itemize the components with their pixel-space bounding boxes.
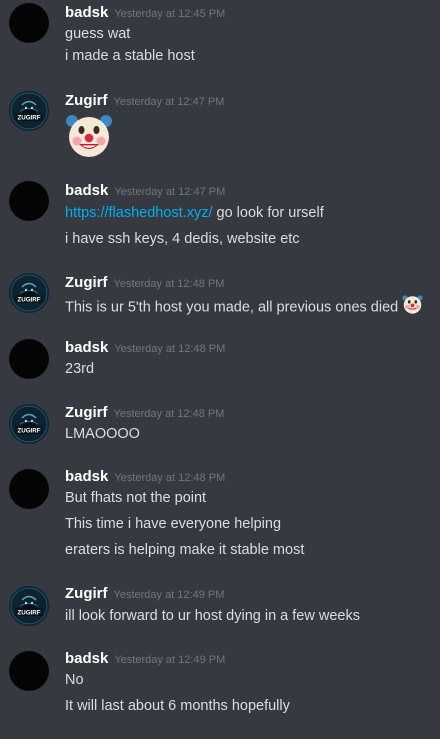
avatar[interactable]: ZUGIRF — [9, 404, 49, 444]
clown-emoji[interactable] — [402, 294, 423, 321]
timestamp: Yesterday at 12:48 PM — [114, 472, 226, 484]
message-text: eraters is helping make it stable most — [65, 542, 305, 558]
message-header: badsk Yesterday at 12:47 PM — [65, 181, 225, 202]
timestamp: Yesterday at 12:48 PM — [113, 408, 225, 420]
svg-text:ZUGIRF: ZUGIRF — [17, 428, 40, 435]
message-text: 23rd — [65, 361, 95, 377]
message-text-suffix: go look for urself — [212, 205, 324, 221]
message-header: Zugirf Yesterday at 12:49 PM — [65, 584, 224, 605]
message-text-content: This is ur 5'th host you made, all previ… — [65, 299, 399, 316]
author-name[interactable]: Zugirf — [65, 92, 108, 109]
message-text: https://flashedhost.xyz/ go look for urs… — [65, 203, 324, 223]
author-name[interactable]: Zugirf — [65, 404, 108, 421]
message-text: It will last about 6 months hopefully — [65, 698, 290, 714]
message-group: ZUGIRF Zugirf Yesterday at 12:47 PM — [0, 88, 440, 168]
message-header: badsk Yesterday at 12:49 PM — [65, 649, 225, 670]
message-group: ZUGIRF Zugirf Yesterday at 12:48 PM This … — [0, 270, 440, 326]
avatar[interactable] — [9, 469, 49, 509]
avatar[interactable]: ZUGIRF — [9, 586, 49, 626]
message-group: badsk Yesterday at 12:45 PM guess wat i m… — [0, 0, 440, 80]
timestamp: Yesterday at 12:48 PM — [113, 278, 225, 290]
zugirf-avatar-icon: ZUGIRF — [9, 404, 49, 444]
author-name[interactable]: badsk — [65, 339, 108, 356]
message-text: This is ur 5'th host you made, all previ… — [65, 294, 423, 321]
author-name[interactable]: Zugirf — [65, 585, 108, 602]
clown-face-icon — [66, 115, 112, 157]
timestamp: Yesterday at 12:49 PM — [113, 589, 225, 601]
avatar[interactable] — [9, 339, 49, 379]
message-text: But fhats not the point — [65, 490, 207, 506]
message-text: i have ssh keys, 4 dedis, website etc — [65, 231, 300, 247]
timestamp: Yesterday at 12:47 PM — [113, 96, 225, 108]
author-name[interactable]: Zugirf — [65, 274, 108, 291]
author-name[interactable]: badsk — [65, 468, 108, 485]
message-text: No — [65, 672, 84, 688]
zugirf-avatar-icon: ZUGIRF — [9, 273, 49, 313]
message-text: i made a stable host — [65, 48, 195, 64]
timestamp: Yesterday at 12:48 PM — [114, 343, 226, 355]
author-name[interactable]: badsk — [65, 650, 108, 667]
message-header: badsk Yesterday at 12:48 PM — [65, 467, 225, 488]
avatar[interactable] — [9, 3, 49, 43]
message-text: guess wat — [65, 26, 131, 42]
clown-emoji[interactable] — [65, 112, 113, 160]
message-header: Zugirf Yesterday at 12:48 PM — [65, 403, 224, 424]
svg-text:ZUGIRF: ZUGIRF — [17, 297, 40, 304]
message-header: badsk Yesterday at 12:45 PM — [65, 3, 225, 24]
message-text: This time i have everyone helping — [65, 516, 282, 532]
message-header: badsk Yesterday at 12:48 PM — [65, 338, 225, 359]
message-group: ZUGIRF Zugirf Yesterday at 12:49 PM ill l… — [0, 582, 440, 638]
timestamp: Yesterday at 12:47 PM — [114, 186, 226, 198]
avatar[interactable]: ZUGIRF — [9, 91, 49, 131]
timestamp: Yesterday at 12:45 PM — [114, 8, 226, 20]
message-group: badsk Yesterday at 12:49 PM No It will la… — [0, 648, 440, 728]
message-header: Zugirf Yesterday at 12:47 PM — [65, 91, 224, 112]
message-link[interactable]: https://flashedhost.xyz/ — [65, 205, 213, 221]
message-header: Zugirf Yesterday at 12:48 PM — [65, 273, 224, 294]
zugirf-avatar-icon: ZUGIRF — [9, 91, 49, 131]
svg-text:ZUGIRF: ZUGIRF — [17, 610, 40, 617]
avatar[interactable] — [9, 181, 49, 221]
avatar[interactable]: ZUGIRF — [9, 273, 49, 313]
message-text: ill look forward to ur host dying in a f… — [65, 608, 360, 624]
author-name[interactable]: badsk — [65, 182, 108, 199]
svg-text:ZUGIRF: ZUGIRF — [17, 115, 40, 122]
message-group: ZUGIRF Zugirf Yesterday at 12:48 PM LMAOO… — [0, 401, 440, 457]
message-text: LMAOOOO — [65, 426, 140, 442]
message-group: badsk Yesterday at 12:48 PM 23rd — [0, 336, 440, 392]
avatar[interactable] — [9, 651, 49, 691]
clown-face-icon — [402, 295, 423, 314]
zugirf-avatar-icon: ZUGIRF — [9, 586, 49, 626]
message-group: badsk Yesterday at 12:47 PM https://flash… — [0, 178, 440, 258]
message-group: badsk Yesterday at 12:48 PM But fhats not… — [0, 466, 440, 566]
author-name[interactable]: badsk — [65, 4, 108, 21]
timestamp: Yesterday at 12:49 PM — [114, 654, 226, 666]
